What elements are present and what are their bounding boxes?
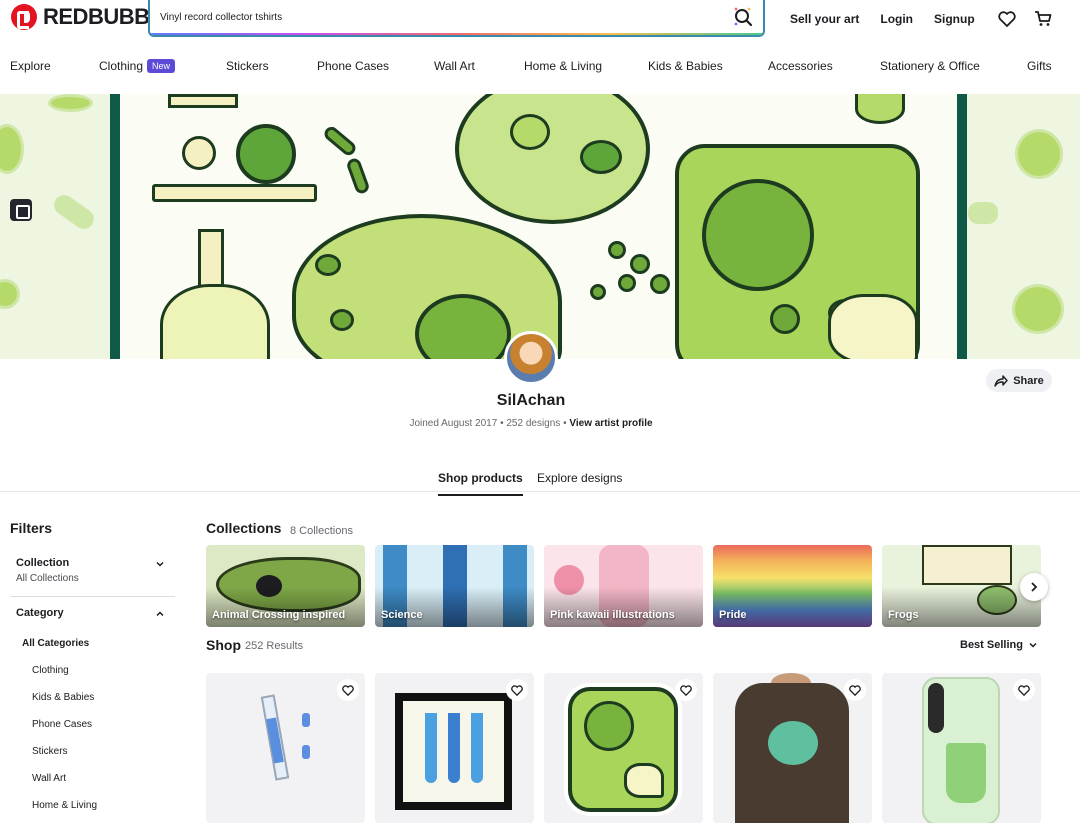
banner-artwork bbox=[110, 94, 967, 359]
collection-card[interactable]: Science bbox=[375, 545, 534, 627]
category-filter-title: Category bbox=[16, 607, 64, 619]
chevron-down-icon bbox=[1029, 642, 1037, 648]
joined-date: Joined August 2017 bbox=[409, 418, 498, 429]
product-card[interactable] bbox=[375, 673, 534, 823]
collection-filter-title: Collection bbox=[16, 557, 70, 569]
banner-stripe-right bbox=[957, 94, 967, 359]
collections-count: 8 Collections bbox=[290, 525, 353, 537]
share-icon bbox=[994, 374, 1008, 387]
nav-wall-art[interactable]: Wall Art bbox=[434, 59, 475, 73]
tab-explore-designs[interactable]: Explore designs bbox=[537, 471, 622, 485]
favorite-heart-icon[interactable] bbox=[337, 679, 359, 701]
category-all[interactable]: All Categories bbox=[22, 638, 89, 649]
chevron-down-icon bbox=[156, 561, 164, 567]
collection-card[interactable]: Pride bbox=[713, 545, 872, 627]
category-home-living[interactable]: Home & Living bbox=[32, 800, 97, 811]
chevron-right-icon bbox=[1031, 582, 1038, 592]
banner-stripe-left bbox=[110, 94, 120, 359]
collection-label: Pride bbox=[719, 609, 747, 621]
sort-label: Best Selling bbox=[960, 639, 1023, 651]
favorite-heart-icon[interactable] bbox=[844, 679, 866, 701]
product-card[interactable] bbox=[713, 673, 872, 823]
view-artist-profile-link[interactable]: View artist profile bbox=[569, 418, 652, 429]
shop-results-count: 252 Results bbox=[245, 640, 304, 652]
search-input[interactable] bbox=[160, 0, 720, 34]
cart-icon[interactable] bbox=[1032, 9, 1054, 29]
search-bar bbox=[148, 0, 765, 37]
collections-next-button[interactable] bbox=[1020, 573, 1048, 601]
product-card[interactable] bbox=[882, 673, 1041, 823]
artist-avatar[interactable] bbox=[504, 331, 558, 385]
nav-accessories[interactable]: Accessories bbox=[768, 59, 833, 73]
category-wall-art[interactable]: Wall Art bbox=[32, 773, 66, 784]
share-label: Share bbox=[1013, 374, 1044, 387]
nav-gifts[interactable]: Gifts bbox=[1027, 59, 1052, 73]
heart-icon[interactable] bbox=[996, 9, 1018, 29]
redbubble-badge-icon bbox=[10, 199, 32, 221]
nav-stickers[interactable]: Stickers bbox=[226, 59, 269, 73]
search-icon[interactable] bbox=[733, 6, 753, 28]
collection-label: Science bbox=[381, 609, 423, 621]
top-header: REDBUBBLE Sell your art Login Signup bbox=[0, 0, 1080, 42]
new-badge: New bbox=[147, 59, 176, 73]
redbubble-logo-icon bbox=[11, 4, 37, 30]
category-filter[interactable]: Category bbox=[10, 607, 175, 627]
collection-label: Frogs bbox=[888, 609, 919, 621]
collection-label: Animal Crossing inspired bbox=[212, 609, 346, 621]
artist-meta: Joined August 2017 • 252 designs • View … bbox=[409, 418, 653, 429]
login-link[interactable]: Login bbox=[880, 12, 913, 26]
nav-clothing-label: Clothing bbox=[99, 59, 144, 73]
sort-dropdown[interactable]: Best Selling bbox=[960, 639, 1038, 651]
nav-home-living[interactable]: Home & Living bbox=[524, 59, 602, 73]
category-clothing[interactable]: Clothing bbox=[32, 665, 69, 676]
category-phone-cases[interactable]: Phone Cases bbox=[32, 719, 92, 730]
collection-card[interactable]: Frogs bbox=[882, 545, 1041, 627]
favorite-heart-icon[interactable] bbox=[1013, 679, 1035, 701]
favorite-heart-icon[interactable] bbox=[506, 679, 528, 701]
collections-title: Collections bbox=[206, 520, 282, 536]
collection-filter-value: All Collections bbox=[16, 573, 79, 584]
chevron-up-icon bbox=[156, 611, 164, 617]
category-kids-babies[interactable]: Kids & Babies bbox=[32, 692, 94, 703]
nav-phone-cases[interactable]: Phone Cases bbox=[317, 59, 389, 73]
artist-banner bbox=[0, 94, 1080, 359]
product-card[interactable] bbox=[544, 673, 703, 823]
signup-link[interactable]: Signup bbox=[934, 12, 975, 26]
shop-title: Shop bbox=[206, 637, 241, 653]
product-card[interactable] bbox=[206, 673, 365, 823]
collection-filter[interactable]: Collection All Collections bbox=[10, 557, 175, 597]
share-button[interactable]: Share bbox=[986, 369, 1052, 392]
collection-label: Pink kawaii illustrations bbox=[550, 609, 675, 621]
category-nav: Explore Clothing New Stickers Phone Cases… bbox=[0, 53, 1080, 79]
collection-card[interactable]: Animal Crossing inspired bbox=[206, 545, 365, 627]
nav-clothing[interactable]: Clothing New bbox=[99, 59, 176, 73]
favorite-heart-icon[interactable] bbox=[675, 679, 697, 701]
collection-card[interactable]: Pink kawaii illustrations bbox=[544, 545, 703, 627]
tab-shop-products[interactable]: Shop products bbox=[438, 471, 523, 496]
nav-kids-babies[interactable]: Kids & Babies bbox=[648, 59, 723, 73]
sell-your-art-link[interactable]: Sell your art bbox=[790, 12, 859, 26]
category-stickers[interactable]: Stickers bbox=[32, 746, 68, 757]
nav-stationery-office[interactable]: Stationery & Office bbox=[880, 59, 980, 73]
shop-tabs: Shop products Explore designs bbox=[0, 461, 1080, 496]
filters-title: Filters bbox=[10, 520, 53, 536]
nav-explore[interactable]: Explore bbox=[10, 59, 51, 73]
header-actions: Sell your art Login Signup bbox=[790, 9, 1068, 29]
design-count: 252 designs bbox=[506, 418, 561, 429]
artist-name: SilAchan bbox=[496, 392, 566, 409]
